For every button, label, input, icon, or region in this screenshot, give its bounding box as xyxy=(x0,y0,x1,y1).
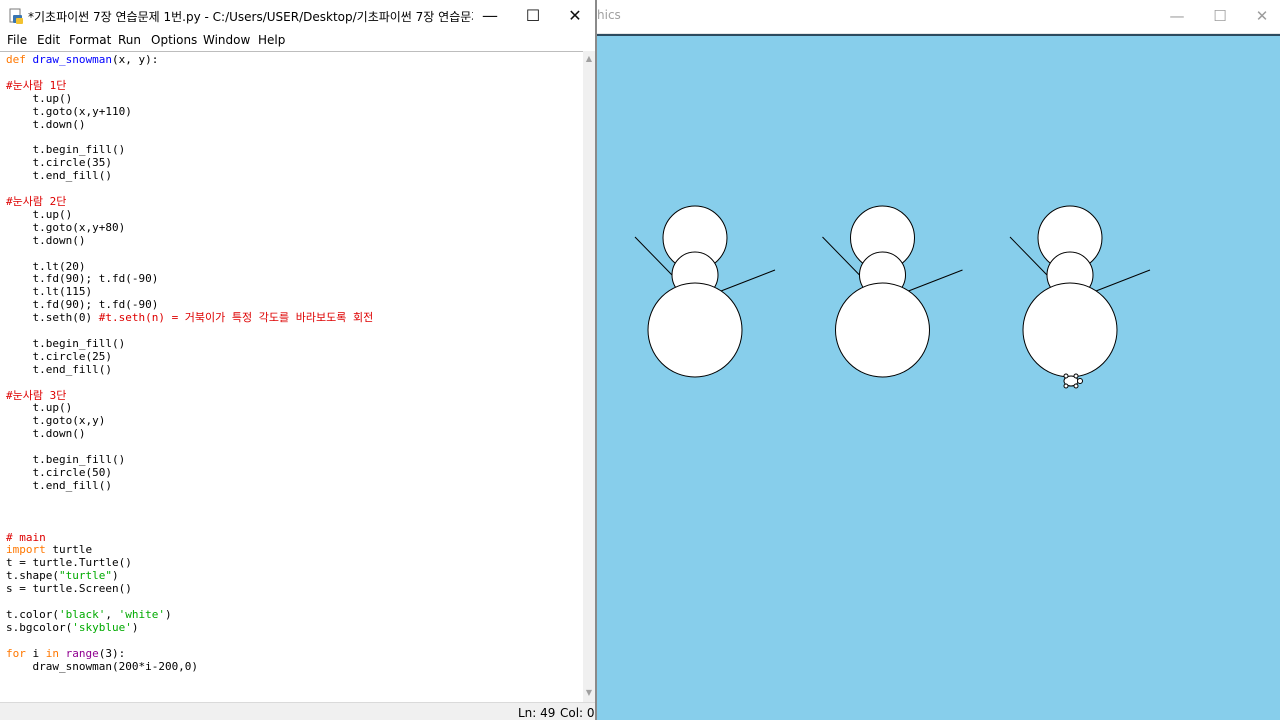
turtle-canvas[interactable] xyxy=(597,34,1280,720)
turtle-leg-icon xyxy=(1063,373,1069,379)
turtle-leg-icon xyxy=(1073,383,1079,389)
close-icon[interactable]: ✕ xyxy=(1248,4,1276,28)
scroll-up-arrow-icon[interactable]: ▲ xyxy=(584,53,594,65)
menu-options[interactable]: Options xyxy=(151,33,197,47)
snowmen-group xyxy=(634,205,1151,389)
python-file-icon xyxy=(9,8,23,24)
menu-format[interactable]: Format xyxy=(69,33,111,47)
source-code: def draw_snowman(x, y): #눈사람 1단 t.up() t… xyxy=(6,53,374,673)
snowman-body xyxy=(835,282,930,378)
turtle-window-title: hics xyxy=(597,8,621,22)
snowman-body xyxy=(1022,282,1118,378)
canvas-background xyxy=(597,36,1280,720)
status-bar: Ln: 49 Col: 0 xyxy=(0,702,595,720)
code-editor[interactable]: def draw_snowman(x, y): #눈사람 1단 t.up() t… xyxy=(0,51,583,703)
close-icon[interactable]: ✕ xyxy=(555,2,595,30)
editor-title-bar[interactable]: *기초파이썬 7장 연습문제 1번.py - C:/Users/USER/Des… xyxy=(0,0,595,31)
turtle-head-icon xyxy=(1077,378,1083,384)
menu-edit[interactable]: Edit xyxy=(37,33,60,47)
line-number-indicator: Ln: 49 xyxy=(518,706,556,720)
menu-file[interactable]: File xyxy=(7,33,27,47)
vertical-scrollbar[interactable]: ▲ ▼ xyxy=(583,51,595,702)
menu-window[interactable]: Window xyxy=(203,33,250,47)
menu-bar: File Edit Format Run Options Window Help xyxy=(0,31,595,51)
menu-run[interactable]: Run xyxy=(118,33,141,47)
turtle-drawing xyxy=(597,36,1280,720)
turtle-graphics-window: hics — ☐ ✕ xyxy=(597,0,1280,720)
scroll-down-arrow-icon[interactable]: ▼ xyxy=(584,687,594,699)
idle-editor-window: *기초파이썬 7장 연습문제 1번.py - C:/Users/USER/Des… xyxy=(0,0,597,720)
minimize-icon[interactable]: — xyxy=(1163,4,1191,28)
menu-help[interactable]: Help xyxy=(258,33,285,47)
column-number-indicator: Col: 0 xyxy=(560,706,595,720)
editor-window-title: *기초파이썬 7장 연습문제 1번.py - C:/Users/USER/Des… xyxy=(28,10,473,24)
turtle-title-bar[interactable]: hics — ☐ ✕ xyxy=(597,0,1280,34)
turtle-leg-icon xyxy=(1063,383,1069,389)
maximize-icon[interactable]: ☐ xyxy=(513,2,553,30)
minimize-icon[interactable]: — xyxy=(470,2,510,30)
turtle-leg-icon xyxy=(1073,373,1079,379)
maximize-icon[interactable]: ☐ xyxy=(1206,4,1234,28)
snowman-body xyxy=(647,282,743,378)
